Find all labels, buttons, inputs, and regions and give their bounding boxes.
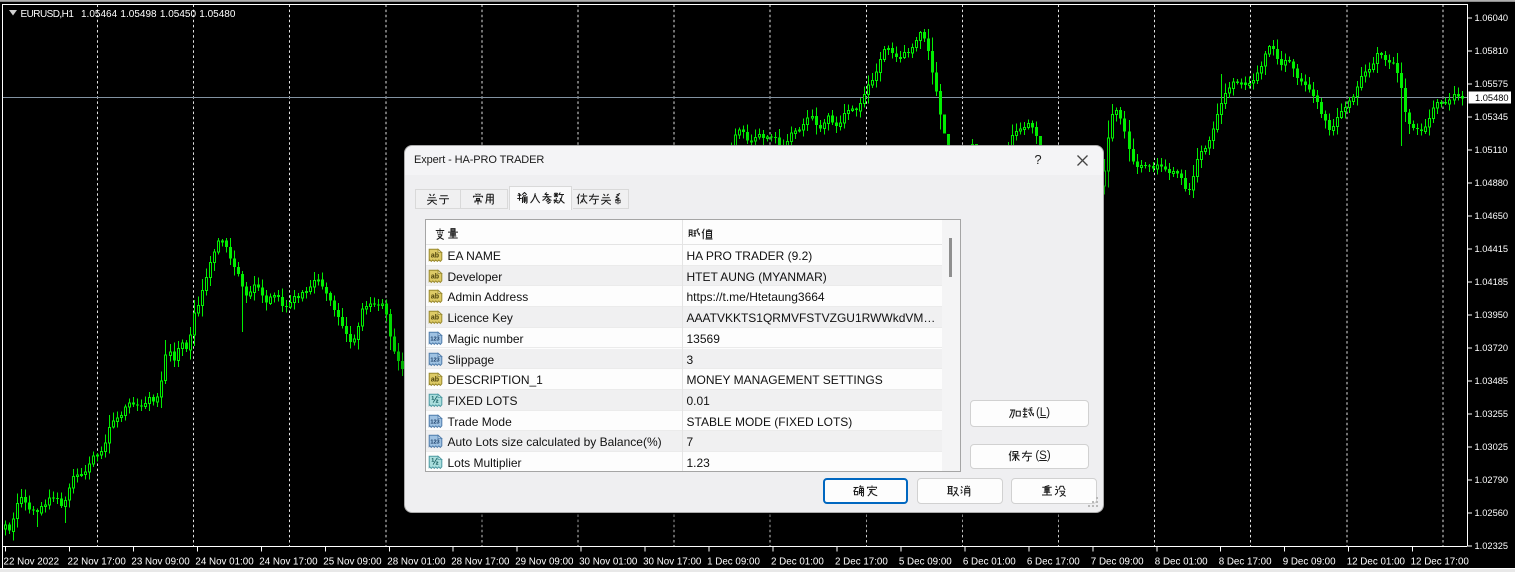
svg-text:5 Dec 09:00: 5 Dec 09:00 [899, 557, 952, 568]
svg-text:1.04185: 1.04185 [1475, 277, 1509, 287]
svg-text:1.03950: 1.03950 [1475, 310, 1509, 320]
svg-text:1.03485: 1.03485 [1475, 376, 1509, 386]
svg-text:28 Nov 17:00: 28 Nov 17:00 [451, 557, 510, 568]
svg-text:1.05810: 1.05810 [1475, 46, 1509, 56]
svg-text:1.02325: 1.02325 [1475, 541, 1509, 551]
svg-text:1.06040: 1.06040 [1475, 13, 1509, 23]
svg-text:123: 123 [430, 440, 439, 446]
svg-text:8 Dec 17:00: 8 Dec 17:00 [1219, 557, 1272, 568]
svg-text:ab: ab [431, 315, 439, 322]
svg-text:EURUSD,H11.05464 1.05498 1.054: EURUSD,H1 1.05464 1.05498 1.05450 1.05480 [21, 9, 236, 20]
svg-text:2 Dec 01:00: 2 Dec 01:00 [771, 557, 824, 568]
svg-text:1.03720: 1.03720 [1475, 343, 1509, 353]
svg-text:2 Dec 17:00: 2 Dec 17:00 [835, 557, 888, 568]
svg-text:6 Dec 17:00: 6 Dec 17:00 [1027, 557, 1080, 568]
svg-text:28 Nov 01:00: 28 Nov 01:00 [387, 557, 446, 568]
svg-text:1.03025: 1.03025 [1475, 442, 1509, 452]
svg-text:22 Nov 2022: 22 Nov 2022 [4, 557, 60, 568]
svg-text:1.04880: 1.04880 [1475, 178, 1509, 188]
svg-text:½: ½ [431, 394, 439, 404]
svg-text:24 Nov 01:00: 24 Nov 01:00 [195, 557, 254, 568]
svg-text:22 Nov 17:00: 22 Nov 17:00 [68, 557, 127, 568]
svg-text:1.02790: 1.02790 [1475, 475, 1509, 485]
svg-text:1.04415: 1.04415 [1475, 244, 1509, 254]
svg-text:1.02560: 1.02560 [1475, 508, 1509, 518]
svg-text:1.05110: 1.05110 [1475, 145, 1508, 155]
svg-text:25 Nov 09:00: 25 Nov 09:00 [323, 557, 382, 568]
svg-text:6 Dec 01:00: 6 Dec 01:00 [963, 557, 1016, 568]
svg-text:1.05480: 1.05480 [1475, 93, 1509, 103]
svg-text:12 Dec 01:00: 12 Dec 01:00 [1347, 557, 1406, 568]
svg-text:1.05345: 1.05345 [1475, 112, 1509, 122]
svg-text:30 Nov 17:00: 30 Nov 17:00 [643, 557, 702, 568]
svg-text:1.05575: 1.05575 [1475, 79, 1509, 89]
svg-text:ab: ab [431, 253, 439, 260]
svg-text:24 Nov 17:00: 24 Nov 17:00 [259, 557, 318, 568]
svg-text:ab: ab [431, 273, 439, 280]
svg-text:23 Nov 09:00: 23 Nov 09:00 [131, 557, 190, 568]
svg-text:ab: ab [431, 377, 439, 384]
svg-text:12 Dec 17:00: 12 Dec 17:00 [1411, 557, 1470, 568]
svg-text:9 Dec 09:00: 9 Dec 09:00 [1283, 557, 1336, 568]
svg-text:1 Dec 09:00: 1 Dec 09:00 [707, 557, 760, 568]
svg-text:½: ½ [431, 457, 439, 467]
svg-text:ab: ab [431, 294, 439, 301]
svg-text:8 Dec 01:00: 8 Dec 01:00 [1155, 557, 1208, 568]
svg-text:1.04650: 1.04650 [1475, 211, 1509, 221]
svg-text:123: 123 [430, 336, 439, 342]
svg-text:29 Nov 09:00: 29 Nov 09:00 [515, 557, 574, 568]
svg-text:123: 123 [430, 419, 439, 425]
svg-text:7 Dec 09:00: 7 Dec 09:00 [1091, 557, 1144, 568]
svg-text:1.03255: 1.03255 [1475, 409, 1509, 419]
svg-text:30 Nov 01:00: 30 Nov 01:00 [579, 557, 638, 568]
svg-text:123: 123 [430, 357, 439, 363]
